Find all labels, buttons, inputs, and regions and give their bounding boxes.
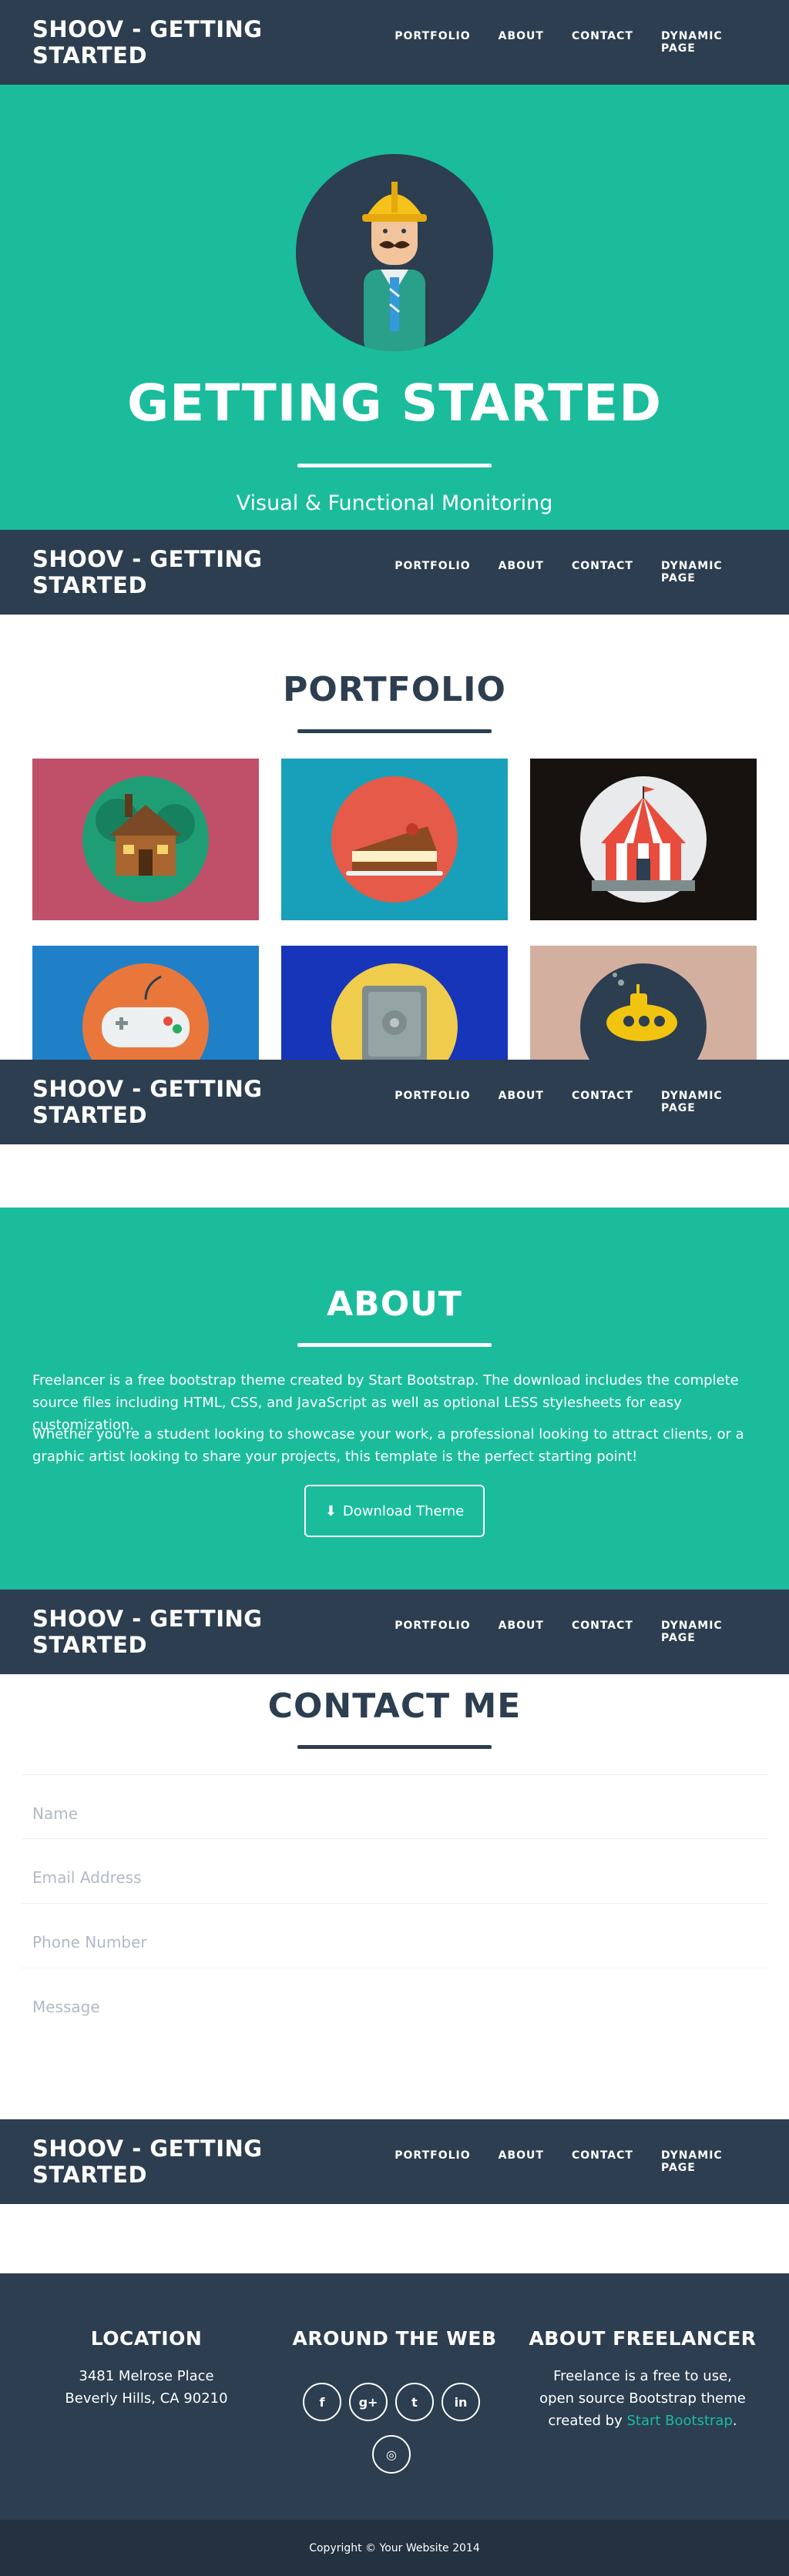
- message-field[interactable]: Message: [22, 1968, 767, 2061]
- nav-link-contact[interactable]: CONTACT: [558, 30, 647, 55]
- navbar-brand[interactable]: SHOOV - GETTING STARTED: [32, 546, 381, 598]
- footer-location: LOCATION 3481 Melrose Place Beverly Hill…: [23, 2273, 270, 2410]
- footer: LOCATION 3481 Melrose Place Beverly Hill…: [0, 2273, 789, 2520]
- hero-subtitle: Visual & Functional Monitoring: [236, 491, 553, 515]
- nav-link-dynamic-page[interactable]: DYNAMIC PAGE: [647, 1620, 757, 1644]
- download-theme-button[interactable]: ⬇ Download Theme: [304, 1485, 485, 1537]
- nav-link-dynamic-page[interactable]: DYNAMIC PAGE: [647, 2149, 757, 2174]
- message-placeholder: Message: [32, 1998, 100, 2016]
- facebook-icon[interactable]: f: [303, 2383, 341, 2421]
- address-line-2: Beverly Hills, CA 90210: [65, 2390, 228, 2407]
- portfolio-item-submarine[interactable]: [530, 946, 757, 1061]
- download-theme-label: Download Theme: [342, 1502, 465, 1519]
- portfolio-item-game[interactable]: [32, 946, 259, 1061]
- nav-link-portfolio[interactable]: PORTFOLIO: [381, 30, 484, 55]
- hero-section: GETTING STARTED Visual & Functional Moni…: [0, 0, 789, 608]
- google-plus-icon[interactable]: g+: [349, 2383, 388, 2421]
- nav-menu: PORTFOLIO ABOUT CONTACT DYNAMIC PAGE: [381, 30, 757, 55]
- portfolio-item-circus[interactable]: [530, 759, 757, 920]
- about-section: ABOUT Freelancer is a free bootstrap the…: [0, 1208, 789, 1593]
- nav-link-contact[interactable]: CONTACT: [558, 2149, 647, 2174]
- nav-menu: PORTFOLIO ABOUT CONTACT DYNAMIC PAGE: [381, 2149, 757, 2174]
- hero-title: GETTING STARTED: [126, 374, 662, 433]
- avatar: [296, 154, 493, 351]
- nav-link-contact[interactable]: CONTACT: [558, 1620, 647, 1644]
- dribbble-icon[interactable]: ◎: [372, 2435, 411, 2474]
- navbar-brand[interactable]: SHOOV - GETTING STARTED: [32, 2136, 381, 2188]
- nav-link-about[interactable]: ABOUT: [485, 1090, 558, 1114]
- start-bootstrap-link[interactable]: Start Bootstrap: [626, 2413, 732, 2429]
- contact-title: CONTACT ME: [267, 1687, 522, 1726]
- download-icon: ⬇: [324, 1502, 337, 1519]
- phone-field[interactable]: Phone Number: [22, 1904, 767, 1968]
- footer-about-freelancer: ABOUT FREELANCER Freelance is a free to …: [519, 2273, 766, 2432]
- about-paragraph-2: Whether you're a student looking to show…: [32, 1426, 744, 1465]
- nav-link-dynamic-page[interactable]: DYNAMIC PAGE: [647, 1090, 757, 1114]
- nav-link-contact[interactable]: CONTACT: [558, 1090, 647, 1114]
- nav-link-portfolio[interactable]: PORTFOLIO: [381, 1620, 484, 1644]
- about-divider: [297, 1343, 492, 1347]
- navbar: SHOOV - GETTING STARTED PORTFOLIO ABOUT …: [0, 1060, 789, 1144]
- portfolio-item-safe[interactable]: [281, 946, 508, 1061]
- hero-divider: [297, 464, 492, 467]
- portfolio-item-cabin[interactable]: [32, 759, 259, 920]
- freelancer-text-end: .: [732, 2413, 737, 2429]
- nav-menu: PORTFOLIO ABOUT CONTACT DYNAMIC PAGE: [381, 560, 757, 585]
- about-title: ABOUT: [327, 1285, 462, 1324]
- linkedin-icon[interactable]: in: [442, 2383, 480, 2421]
- navbar-brand[interactable]: SHOOV - GETTING STARTED: [32, 1606, 381, 1658]
- navbar-brand[interactable]: SHOOV - GETTING STARTED: [32, 16, 381, 69]
- email-placeholder: Email Address: [32, 1868, 142, 1887]
- portfolio-divider: [297, 729, 492, 733]
- email-field[interactable]: Email Address: [22, 1839, 767, 1904]
- nav-link-about[interactable]: ABOUT: [485, 1620, 558, 1644]
- footer-freelancer-title: ABOUT FREELANCER: [529, 2327, 757, 2350]
- footer-location-title: LOCATION: [90, 2327, 203, 2350]
- navbar: SHOOV - GETTING STARTED PORTFOLIO ABOUT …: [0, 2119, 789, 2204]
- copyright: Copyright © Your Website 2014: [0, 2520, 789, 2576]
- nav-link-about[interactable]: ABOUT: [485, 2149, 558, 2174]
- nav-link-dynamic-page[interactable]: DYNAMIC PAGE: [647, 30, 757, 55]
- navbar: SHOOV - GETTING STARTED PORTFOLIO ABOUT …: [0, 0, 789, 85]
- nav-link-portfolio[interactable]: PORTFOLIO: [381, 2149, 484, 2174]
- portfolio-title: PORTFOLIO: [283, 670, 506, 709]
- name-placeholder: Name: [32, 1804, 79, 1823]
- navbar: SHOOV - GETTING STARTED PORTFOLIO ABOUT …: [0, 530, 789, 615]
- nav-link-about[interactable]: ABOUT: [485, 560, 558, 585]
- twitter-icon[interactable]: t: [395, 2383, 434, 2421]
- navbar: SHOOV - GETTING STARTED PORTFOLIO ABOUT …: [0, 1589, 789, 1674]
- nav-menu: PORTFOLIO ABOUT CONTACT DYNAMIC PAGE: [381, 1620, 757, 1644]
- navbar-brand[interactable]: SHOOV - GETTING STARTED: [32, 1076, 381, 1128]
- footer-around-web: AROUND THE WEB: [271, 2273, 518, 2350]
- nav-link-portfolio[interactable]: PORTFOLIO: [381, 1090, 484, 1114]
- phone-placeholder: Phone Number: [32, 1933, 147, 1951]
- nav-link-contact[interactable]: CONTACT: [558, 560, 647, 585]
- nav-link-dynamic-page[interactable]: DYNAMIC PAGE: [647, 560, 757, 585]
- name-field[interactable]: Name: [22, 1774, 767, 1839]
- footer-web-title: AROUND THE WEB: [292, 2327, 497, 2350]
- nav-link-about[interactable]: ABOUT: [485, 30, 558, 55]
- nav-menu: PORTFOLIO ABOUT CONTACT DYNAMIC PAGE: [381, 1090, 757, 1114]
- nav-link-portfolio[interactable]: PORTFOLIO: [381, 560, 484, 585]
- address-line-1: 3481 Melrose Place: [79, 2368, 214, 2384]
- portfolio-item-cake[interactable]: [281, 759, 508, 920]
- contact-divider: [297, 1745, 492, 1749]
